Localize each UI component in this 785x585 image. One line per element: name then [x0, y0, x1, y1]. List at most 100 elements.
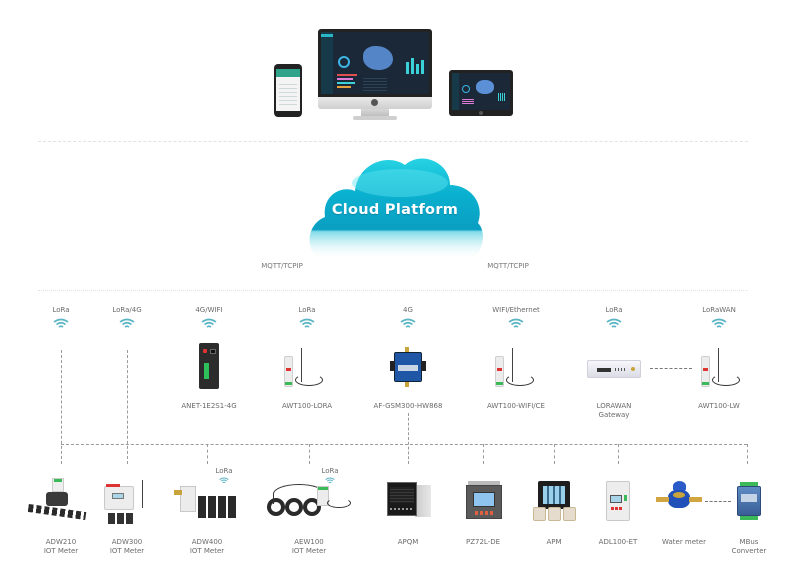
tablet-sidebar [452, 73, 459, 110]
wifi-icon [201, 318, 217, 328]
gateway-protocol-label: LoRa [298, 306, 316, 314]
phone-keypad [279, 81, 297, 107]
apqm-device [387, 482, 431, 518]
meter-caption: ADL100-ET [598, 538, 638, 546]
drop-line [207, 444, 208, 464]
device-display [543, 486, 565, 504]
antenna-cable [712, 374, 740, 386]
module-terminal [496, 382, 503, 385]
meter-caption: APQM [397, 538, 419, 546]
ct-sensors [198, 496, 238, 518]
pipe-right [689, 497, 702, 502]
device-buttons [611, 507, 623, 510]
mount-ear-left [390, 361, 395, 371]
meter-protocol-label: LoRa [321, 467, 339, 475]
meter-bracket [174, 490, 182, 495]
sensor-cluster [46, 492, 68, 506]
wifi-icon [606, 318, 622, 328]
device-buttons [390, 508, 414, 510]
mount-ear-right [421, 361, 426, 371]
phone-screen [276, 69, 300, 111]
wifi-icon [119, 318, 135, 328]
gateway-protocol-label: 4G [403, 306, 413, 314]
tablet-bar-graphic [462, 99, 474, 105]
china-map-graphic [363, 46, 393, 70]
drop-line [483, 444, 484, 464]
meter-caption-line2: IOT Meter [189, 547, 225, 555]
bus-line [61, 444, 747, 445]
wifi-icon [53, 318, 69, 328]
wifi-icon [508, 318, 524, 328]
pipe-left [656, 497, 669, 502]
mbus-converter-device [737, 482, 761, 522]
gateway-protocol-label: LoRa/4G [112, 306, 142, 314]
link-line-gsm [408, 413, 409, 464]
module-led [497, 368, 502, 371]
gateway-caption: ANET-1E2S1-4G [181, 402, 237, 410]
tablet-home-button [479, 111, 483, 115]
protocol-label-left: MQTT/TCPIP [261, 262, 303, 270]
ct-sensor [533, 507, 546, 521]
tablet-screen [452, 73, 510, 110]
device-buttons [475, 511, 493, 515]
adl100-et-device [606, 481, 630, 521]
middle-separator [38, 290, 748, 291]
drop-line [618, 444, 619, 464]
meter-body [180, 486, 196, 512]
gateway-caption: AF-GSM300-HW868 [373, 402, 443, 410]
gateway-caption: AWT100-LORA [281, 402, 333, 410]
device-indicator [203, 349, 207, 353]
tablet [449, 70, 513, 116]
bar-graphic [337, 78, 353, 80]
meter-terminal [54, 479, 62, 482]
monitor-base [353, 116, 397, 120]
meter-caption: APM [546, 538, 562, 546]
anet-gateway-device [199, 343, 219, 389]
wifi-icon [219, 477, 229, 484]
link-line-lora4g [127, 350, 128, 464]
meter-terminal [318, 487, 328, 490]
antenna-cable [327, 498, 351, 508]
meter-caption-line2: IOT Meter [43, 547, 79, 555]
gateway-protocol-label: LoRa [605, 306, 623, 314]
gateway-link-dashed [650, 368, 692, 369]
water-meter-link-dashed [705, 501, 731, 502]
device-side [415, 485, 431, 517]
device-terminal [204, 363, 209, 379]
cloud-platform-title: Cloud Platform [331, 202, 459, 218]
ct-sensor [563, 507, 576, 521]
terminal-bottom [740, 516, 758, 520]
device-display [473, 492, 495, 507]
adw210-meter-device [27, 478, 87, 526]
awt100-wifi-device [490, 348, 540, 390]
column-graphic [416, 64, 419, 74]
module-terminal [702, 382, 709, 385]
ct-sensor [548, 507, 561, 521]
link-line-lora [61, 350, 62, 464]
desktop-monitor [318, 29, 432, 121]
status-leds [615, 368, 627, 371]
gateway-caption-line2: Gateway [598, 411, 630, 419]
antenna-connector-bottom [405, 382, 409, 387]
column-graphic [421, 60, 424, 74]
meter-caption-line2: IOT Meter [109, 547, 145, 555]
device-port [210, 349, 216, 354]
tablet-map-graphic [476, 80, 494, 94]
module-led [286, 368, 291, 371]
bar-graphic [337, 74, 357, 76]
bar-graphic [337, 86, 351, 88]
top-separator [38, 141, 748, 142]
ethernet-ports [597, 368, 611, 372]
meter-caption-line2: IOT Meter [291, 547, 327, 555]
module-terminal [285, 382, 292, 385]
meter-caption: Water meter [662, 538, 706, 546]
awt100-lw-device [696, 348, 746, 390]
awt100-lora-device [279, 348, 329, 390]
device-label-plate [741, 494, 757, 502]
protocol-label-right: MQTT/TCPIP [487, 262, 529, 270]
device-led [624, 495, 627, 501]
ct-sensors [27, 504, 87, 520]
gateway-protocol-label: LoRa [52, 306, 70, 314]
meter-caption: PZ72L-DE [465, 538, 501, 546]
af-gsm300-device [390, 347, 426, 387]
